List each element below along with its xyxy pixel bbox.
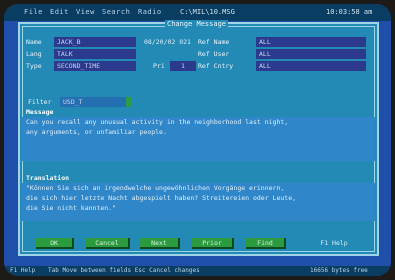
status-bytes: 16656 bytes free — [310, 267, 368, 274]
menu-file[interactable]: File — [24, 8, 43, 16]
next-button[interactable]: Next — [140, 238, 180, 249]
change-message-dialog: Change Message Name JACK_B 08/20/02 021 … — [18, 20, 379, 256]
ref-country-label: Ref Cntry — [198, 62, 234, 70]
date-value: 08/20/02 021 — [144, 38, 191, 46]
filter-label: Filter — [28, 98, 52, 106]
name-label: Name — [26, 38, 42, 46]
dialog-title: Change Message — [165, 20, 229, 28]
ref-name-field[interactable]: ALL — [256, 37, 366, 47]
status-hint: Tab Move between fields Esc Cancel chang… — [48, 267, 200, 274]
menu-search[interactable]: Search — [102, 8, 130, 16]
menu-bar: File Edit View Search Radio C:\MIL\10.MS… — [4, 4, 391, 21]
ref-country-field[interactable]: ALL — [256, 61, 366, 71]
message-line-2: any arguments, or unfamiliar people. — [26, 128, 167, 136]
file-path: C:\MIL\10.MSG — [180, 8, 235, 16]
ref-user-field[interactable]: ALL — [256, 49, 366, 59]
ref-user-label: Ref User — [198, 50, 230, 58]
status-help: F1 Help — [10, 267, 36, 274]
translation-text[interactable]: "Können Sie sich an irgendwelche ungewöh… — [22, 183, 375, 221]
filter-field[interactable]: USD_T — [60, 97, 126, 107]
menu-radio[interactable]: Radio — [138, 8, 162, 16]
help-button[interactable]: F1 Help — [312, 238, 356, 249]
type-field[interactable]: SECOND_TIME — [54, 61, 136, 71]
menu-edit[interactable]: Edit — [50, 8, 69, 16]
find-button[interactable]: Find — [246, 238, 286, 249]
cancel-button[interactable]: Cancel — [86, 238, 130, 249]
message-line-1: Can you recall any unusual activity in t… — [26, 118, 289, 126]
pri-label: Pri — [153, 62, 165, 70]
ok-button[interactable]: OK — [36, 238, 74, 249]
ref-name-label: Ref Name — [198, 38, 230, 46]
pri-field[interactable]: 1 — [170, 61, 196, 71]
menu-view[interactable]: View — [76, 8, 95, 16]
status-bar: F1 Help Tab Move between fields Esc Canc… — [4, 266, 391, 276]
name-field[interactable]: JACK_B — [54, 37, 136, 47]
terminal-screen: File Edit View Search Radio C:\MIL\10.MS… — [4, 4, 391, 276]
prior-button[interactable]: Prior — [192, 238, 234, 249]
clock: 10:03:58 am — [326, 8, 373, 16]
lang-field[interactable]: TALK — [54, 49, 136, 59]
translation-line-3: die Sie nicht kannten." — [26, 204, 117, 212]
translation-line-1: "Können Sie sich an irgendwelche ungewöh… — [26, 184, 285, 192]
translation-label: Translation — [26, 174, 70, 182]
lang-label: Lang — [26, 50, 42, 58]
translation-line-2: die sich hier letzte Nacht abgespielt ha… — [26, 194, 297, 202]
filter-cursor — [126, 97, 132, 107]
type-label: Type — [26, 62, 42, 70]
message-label: Message — [26, 108, 54, 116]
message-text[interactable]: Can you recall any unusual activity in t… — [22, 117, 375, 161]
